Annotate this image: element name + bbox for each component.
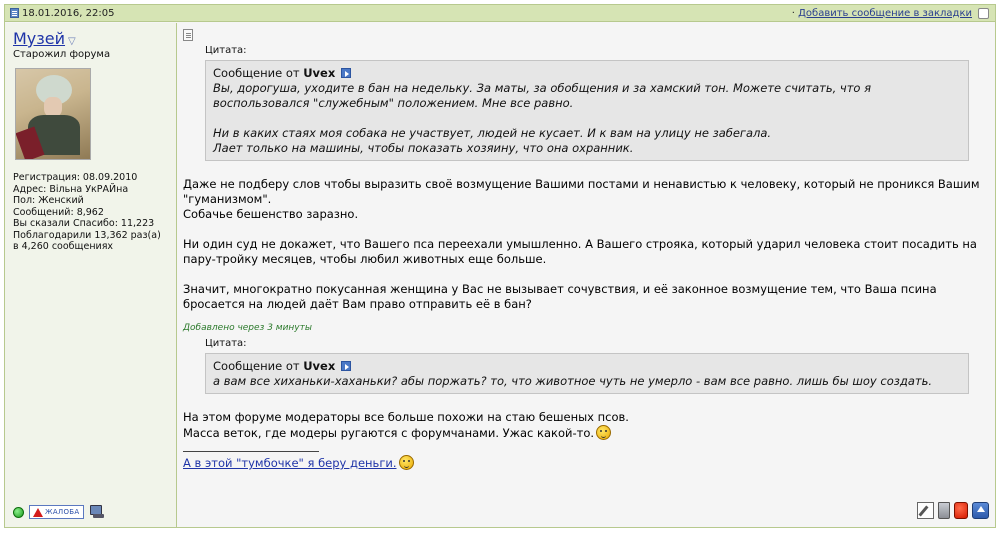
report-button[interactable]: ЖАЛОБА <box>29 505 84 519</box>
user-info-panel: Музей ▽ Старожил форума Регистрация: 08.0… <box>5 23 177 527</box>
grin-smiley-icon <box>398 455 414 470</box>
stat-registration: Регистрация: 08.09.2010 <box>13 172 138 183</box>
warning-icon <box>33 507 43 517</box>
stat-address: Адрес: Вільна УкРАЙна <box>13 183 129 195</box>
report-post-icon[interactable] <box>954 502 968 519</box>
post-action-buttons <box>917 502 989 519</box>
signature-divider <box>183 451 319 452</box>
user-stats: Регистрация: 08.09.2010 Адрес: Вільна Ук… <box>13 172 168 253</box>
smiley-icon <box>596 425 612 440</box>
post-timestamp: 18.01.2016, 22:05 <box>22 7 115 19</box>
quote-label: Цитата: <box>205 45 247 56</box>
stat-posts: Сообщений: 8,962 <box>13 206 104 218</box>
scroll-top-icon[interactable] <box>972 502 989 519</box>
edit-icon[interactable] <box>917 502 934 519</box>
user-menu-dropdown-icon[interactable]: ▽ <box>68 36 76 47</box>
view-post-icon[interactable] <box>340 68 351 78</box>
quote-author: Uvex <box>303 359 336 373</box>
ip-info-icon[interactable] <box>89 505 105 519</box>
quote-block-1: Цитата: Сообщение от Uvex Вы, дорогуша, … <box>205 43 969 161</box>
stat-gender: Пол: Женский <box>13 195 84 206</box>
message-text-2: На этом форуме модераторы все больше пох… <box>183 410 629 440</box>
post-header: 18.01.2016, 22:05 · Добавить сообщение в… <box>5 5 995 22</box>
post-content: Цитата: Сообщение от Uvex Вы, дорогуша, … <box>177 23 995 527</box>
post-doc-icon <box>10 8 19 18</box>
stat-thanked: Поблагодарили 13,362 раз(а) <box>13 229 161 241</box>
added-later-note: Добавлено через 3 минуты <box>183 323 312 333</box>
quote-author: Uvex <box>303 66 336 80</box>
signature-link[interactable]: А в этой "тумбочке" я беру деньги. <box>183 456 397 470</box>
stat-thanks-given: Вы сказали Спасибо: 11,223 <box>13 218 155 229</box>
view-post-icon[interactable] <box>340 361 351 371</box>
message-text-1: Даже не подберу слов чтобы выразить своё… <box>183 177 980 311</box>
bookmark-checkbox[interactable] <box>978 7 989 19</box>
avatar[interactable] <box>15 68 91 160</box>
forum-post: 18.01.2016, 22:05 · Добавить сообщение в… <box>4 4 996 528</box>
user-actions: ЖАЛОБА <box>13 505 105 519</box>
add-bookmark-link[interactable]: Добавить сообщение в закладки <box>798 8 972 19</box>
post-icon <box>183 29 193 41</box>
trash-icon[interactable] <box>938 502 950 519</box>
report-label: ЖАЛОБА <box>45 508 80 516</box>
user-rank: Старожил форума <box>13 49 111 60</box>
bookmark-bullet: · <box>791 7 795 19</box>
username-link[interactable]: Музей <box>13 29 65 48</box>
quote-block-2: Цитата: Сообщение от Uvex а вам все хиха… <box>205 336 969 394</box>
online-status-icon <box>13 506 24 518</box>
quote-label: Цитата: <box>205 338 247 349</box>
stat-thanked-posts: в 4,260 сообщениях <box>13 241 114 252</box>
